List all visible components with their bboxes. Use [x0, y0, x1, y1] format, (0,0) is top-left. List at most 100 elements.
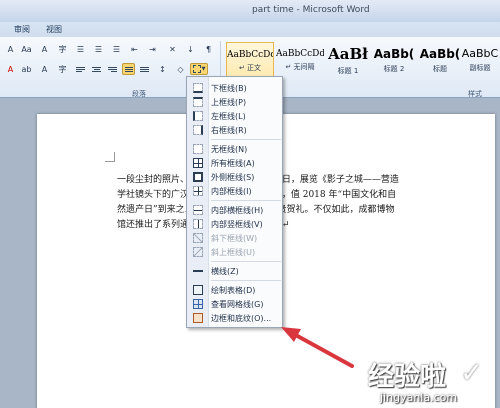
style-title-name: 标题: [433, 65, 447, 73]
style-heading-1[interactable]: AaBł 标题 1: [324, 42, 372, 82]
menu-item-top-border[interactable]: 上框线(P): [187, 95, 283, 109]
inside-horizontal-border-icon: [193, 205, 203, 215]
watermark: 经验啦 ✓ jingyanla.com: [368, 354, 496, 406]
menu-item-outside-borders[interactable]: 外侧框线(S): [187, 170, 283, 184]
borders-shading-icon: [193, 313, 203, 323]
increase-indent-button[interactable]: ⇥: [146, 43, 159, 55]
bullets-button[interactable]: ☰: [74, 43, 87, 55]
menu-item-inside-borders[interactable]: 内部框线(I): [187, 184, 283, 198]
diagonal-down-border-icon: [193, 233, 203, 243]
horizontal-line-icon: [193, 266, 203, 276]
outside-borders-icon: [193, 172, 203, 182]
sort-button[interactable]: ↓: [184, 43, 197, 55]
style-subtitle[interactable]: AaBbC 副标题: [460, 42, 500, 82]
line-spacing-button[interactable]: ↕: [156, 63, 169, 75]
menu-item-label: 左框线(L): [211, 111, 246, 121]
menu-divider: [211, 280, 281, 281]
style-no-spacing[interactable]: AaBbCcDd ↵ 无间隔: [276, 42, 324, 82]
style-no-spacing-name: ↵ 无间隔: [285, 63, 315, 71]
decrease-indent-button[interactable]: ⇤: [128, 43, 141, 55]
menu-item-left-border[interactable]: 左框线(L): [187, 109, 283, 123]
menu-divider: [211, 139, 281, 140]
menu-item-draw-table[interactable]: 绘制表格(D): [187, 283, 283, 297]
tab-review[interactable]: 审阅: [14, 24, 30, 35]
multilevel-list-button[interactable]: ☰: [110, 43, 123, 55]
borders-button[interactable]: ▼: [190, 63, 208, 75]
menu-item-borders-shading[interactable]: 边框和底纹(O)...: [187, 311, 283, 325]
font-color-button[interactable]: A: [4, 63, 17, 75]
style-heading-2-sample: AaBb(: [373, 47, 415, 61]
chinese-layout-button[interactable]: ✕: [166, 43, 179, 55]
highlight-button[interactable]: ab: [20, 63, 33, 75]
menu-item-label: 内部横框线(H): [211, 205, 264, 215]
title-bar: part time - Microsoft Word: [0, 0, 500, 22]
menu-item-view-gridlines[interactable]: 查看网格线(G): [187, 297, 283, 311]
style-normal-sample: AaBbCcDd: [227, 50, 274, 60]
left-border-icon: [193, 111, 203, 121]
inside-vertical-border-icon: [193, 219, 203, 229]
window-title: part time - Microsoft Word: [252, 5, 370, 15]
show-marks-button[interactable]: ¶: [202, 43, 215, 55]
tab-view[interactable]: 视图: [46, 24, 62, 35]
menu-item-inside-horizontal[interactable]: 内部横框线(H): [187, 203, 283, 217]
justify-button[interactable]: [122, 63, 135, 75]
numbering-button[interactable]: ☰: [92, 43, 105, 55]
clear-format-button[interactable]: A: [38, 43, 51, 55]
view-gridlines-icon: [193, 299, 203, 309]
watermark-url: jingyanla.com: [380, 391, 458, 404]
style-heading-1-sample: AaBł: [328, 45, 368, 63]
inside-borders-icon: [193, 186, 203, 196]
style-heading-2-name: 标题 2: [383, 65, 405, 73]
bottom-border-icon: [193, 83, 203, 93]
menu-item-label: 外侧框线(S): [211, 172, 255, 182]
menu-item-bottom-border[interactable]: 下框线(B): [187, 81, 283, 95]
menu-item-horizontal-line[interactable]: 横线(Z): [187, 264, 283, 278]
menu-item-diagonal-down: 斜下框线(W): [187, 231, 283, 245]
menu-item-diagonal-up: 斜上框线(U): [187, 245, 283, 259]
chevron-down-icon: ▼: [201, 66, 206, 72]
style-title-sample: AaBb(: [419, 47, 461, 61]
menu-item-label: 查看网格线(G): [211, 299, 264, 309]
align-right-button[interactable]: [106, 63, 119, 75]
borders-dropdown-menu: 下框线(B) 上框线(P) 左框线(L) 右框线(R) 无框线(N) 所有框线(…: [186, 76, 283, 328]
shading-button[interactable]: ◇: [174, 63, 187, 75]
menu-item-label: 斜下框线(W): [211, 233, 258, 243]
style-no-spacing-sample: AaBbCcDd: [276, 49, 324, 59]
menu-item-label: 下框线(B): [211, 83, 247, 93]
right-border-icon: [193, 125, 203, 135]
distributed-button[interactable]: [138, 63, 151, 75]
menu-item-label: 斜上框线(U): [211, 247, 256, 257]
enclose-char-button[interactable]: 字: [56, 63, 69, 75]
style-heading-2[interactable]: AaBb( 标题 2: [370, 42, 418, 82]
style-title[interactable]: AaBb( 标题: [416, 42, 464, 82]
menu-item-label: 内部框线(I): [211, 186, 252, 196]
font-size-button[interactable]: A: [4, 43, 17, 55]
watermark-logo: 经验啦: [368, 362, 447, 392]
menu-item-label: 右框线(R): [211, 125, 247, 135]
menu-item-label: 无框线(N): [211, 144, 248, 154]
menu-item-label: 所有框线(A): [211, 158, 255, 168]
align-left-button[interactable]: [74, 63, 87, 75]
menu-item-right-border[interactable]: 右框线(R): [187, 123, 283, 137]
align-center-button[interactable]: [90, 63, 103, 75]
menu-item-label: 上框线(P): [211, 97, 247, 107]
style-heading-1-name: 标题 1: [337, 67, 359, 75]
menu-item-label: 绘制表格(D): [211, 285, 256, 295]
char-shading-button[interactable]: A: [38, 63, 51, 75]
diagonal-up-border-icon: [193, 247, 203, 257]
top-border-icon: [193, 97, 203, 107]
menu-item-inside-vertical[interactable]: 内部竖框线(V): [187, 217, 283, 231]
no-border-icon: [193, 144, 203, 154]
checkmark-icon: ✓: [460, 356, 484, 389]
draw-table-icon: [193, 285, 203, 295]
menu-item-no-border[interactable]: 无框线(N): [187, 142, 283, 156]
style-subtitle-name: 副标题: [469, 64, 491, 72]
all-borders-icon: [193, 158, 203, 168]
menu-item-all-borders[interactable]: 所有框线(A): [187, 156, 283, 170]
change-case-button[interactable]: Aa: [20, 43, 33, 55]
borders-icon: [192, 65, 201, 73]
style-subtitle-sample: AaBbC: [461, 47, 499, 60]
pinyin-button[interactable]: 字: [56, 43, 69, 55]
menu-divider: [211, 261, 281, 262]
crop-mark: [105, 152, 115, 162]
